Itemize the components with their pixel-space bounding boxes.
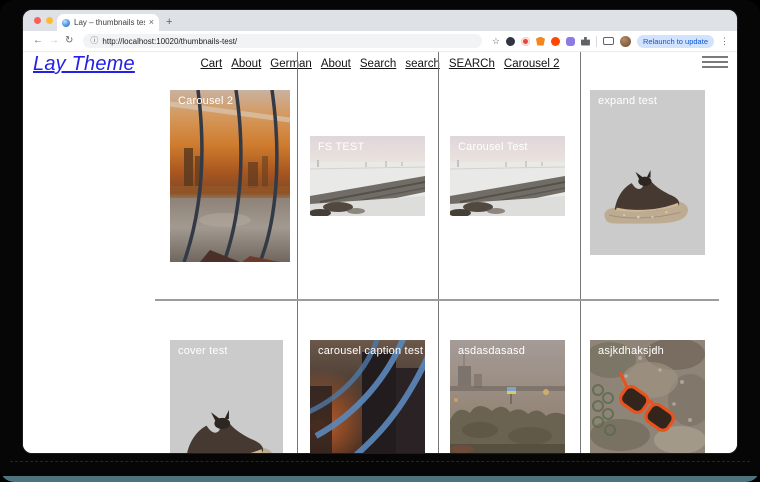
tab-close-icon[interactable]: × (149, 18, 154, 27)
tab-title: Lay – thumbnails test (74, 18, 145, 27)
reload-icon[interactable]: ↻ (65, 36, 73, 46)
address-bar[interactable]: ⓘ http://localhost:10020/thumbnails-test… (83, 34, 481, 48)
thumbnail-caption: carousel caption test (318, 345, 423, 357)
thumbnail-asjkdhaksjdh[interactable]: asjkdhaksjdh (590, 340, 705, 453)
thumbnail-expand-test[interactable]: expand test (590, 90, 705, 255)
thumbnail-caption: expand test (598, 95, 657, 107)
thumbnail-carousel-test[interactable]: Carousel Test (450, 136, 565, 216)
thumbnail-fs-test[interactable]: FS TEST (310, 136, 425, 216)
nav-link-carousel-2[interactable]: Carousel 2 (504, 58, 560, 70)
thumbnail-asdasdasasd[interactable]: asdasdasasd (450, 340, 565, 453)
toolbar-divider (596, 36, 597, 47)
extensions-puzzle-icon[interactable] (581, 37, 590, 46)
nav-link-search[interactable]: Search (360, 58, 396, 70)
thumbnail-caption: asjkdhaksjdh (598, 345, 664, 357)
browser-tab[interactable]: Lay – thumbnails test × (57, 14, 159, 31)
grid-line-vertical (297, 52, 298, 453)
tab-share-icon[interactable] (603, 37, 614, 45)
site-info-icon[interactable]: ⓘ (90, 37, 98, 45)
thumbnail-cover-test[interactable]: cover test (170, 340, 283, 453)
bookmark-star-icon[interactable]: ☆ (492, 37, 500, 46)
toolbar-right: ☆ Relaunch to update ⋮ (492, 35, 729, 48)
hamburger-menu-icon[interactable] (702, 56, 728, 68)
browser-menu-icon[interactable]: ⋮ (720, 37, 729, 46)
nav-link-about-2[interactable]: About (321, 58, 351, 70)
thumbnail-caption: cover test (178, 345, 228, 357)
desktop-edge (0, 476, 760, 482)
sneaker-image (590, 90, 705, 255)
close-window-button[interactable] (34, 17, 41, 24)
nav-link-german[interactable]: German (270, 58, 312, 70)
nav-link-cart[interactable]: Cart (200, 58, 222, 70)
thumbnail-carousel-2[interactable]: Carousel 2 (170, 90, 290, 262)
nav-link-about[interactable]: About (231, 58, 261, 70)
grid-line-vertical (580, 52, 581, 453)
grid-line-horizontal (155, 299, 719, 301)
grid-line-vertical (438, 52, 439, 453)
main-navigation: Cart About German About Search search SE… (200, 58, 559, 70)
nav-link-search-lower[interactable]: search (405, 58, 440, 70)
back-icon[interactable]: ← (33, 36, 43, 46)
thumbnail-caption: asdasdasasd (458, 345, 525, 357)
screenshot-frame: Lay – thumbnails test × + ← → ↻ ⓘ http:/… (0, 0, 760, 482)
extension-icon[interactable] (506, 37, 515, 46)
extension-icon[interactable] (566, 37, 575, 46)
metamask-extension-icon[interactable] (536, 37, 545, 46)
frame-shadow-line (10, 461, 750, 462)
browser-toolbar: ← → ↻ ⓘ http://localhost:10020/thumbnail… (23, 31, 737, 52)
relaunch-to-update-button[interactable]: Relaunch to update (637, 35, 714, 48)
browser-window: Lay – thumbnails test × + ← → ↻ ⓘ http:/… (23, 10, 737, 453)
profile-avatar[interactable] (620, 36, 631, 47)
site-logo[interactable]: Lay Theme (33, 53, 135, 76)
tab-favicon-icon (62, 19, 70, 27)
tab-bar: Lay – thumbnails test × + (23, 10, 737, 31)
nav-link-search-caps[interactable]: SEARCh (449, 58, 495, 70)
extension-icon[interactable] (521, 37, 530, 46)
forward-icon[interactable]: → (49, 36, 59, 46)
new-tab-button[interactable]: + (166, 14, 172, 31)
thumbnail-caption: Carousel 2 (178, 95, 233, 107)
extension-icon[interactable] (551, 37, 560, 46)
url-text: http://localhost:10020/thumbnails-test/ (102, 37, 237, 46)
minimize-window-button[interactable] (46, 17, 53, 24)
thumbnail-caption: FS TEST (318, 141, 364, 153)
page-content: Lay Theme Cart About German About Search… (23, 52, 737, 453)
thumbnail-carousel-caption-test[interactable]: carousel caption test (310, 340, 425, 453)
sunset-city-image (170, 90, 290, 262)
thumbnail-caption: Carousel Test (458, 141, 528, 153)
